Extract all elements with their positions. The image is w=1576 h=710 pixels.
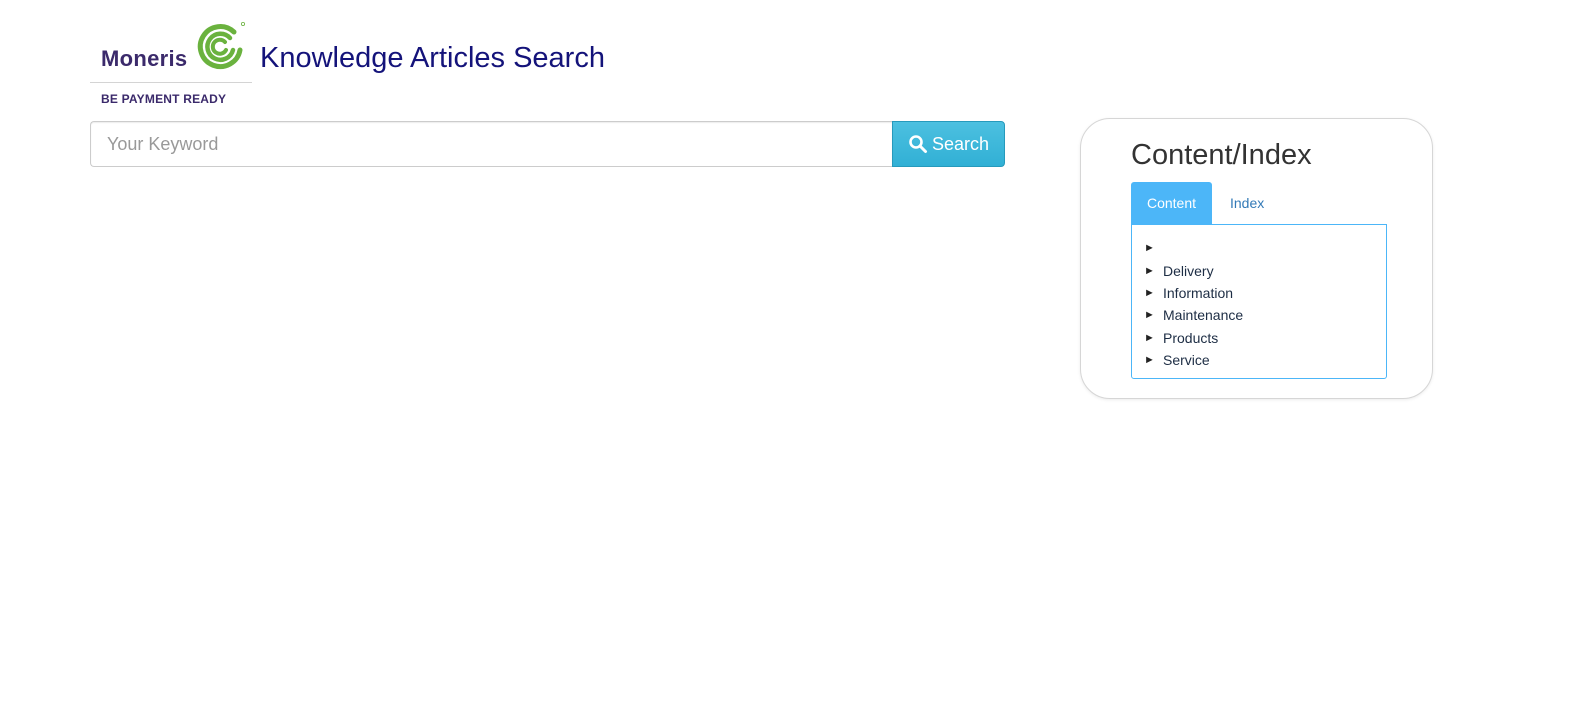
logo-divider bbox=[90, 82, 252, 83]
search-icon bbox=[909, 135, 927, 153]
tree-item-delivery[interactable]: ► Delivery bbox=[1144, 259, 1386, 281]
tree-item-maintenance[interactable]: ► Maintenance bbox=[1144, 304, 1386, 326]
tree-item-label[interactable]: Delivery bbox=[1163, 263, 1214, 279]
panel-title: Content/Index bbox=[1131, 139, 1312, 171]
tree-item-information[interactable]: ► Information bbox=[1144, 282, 1386, 304]
search-input[interactable] bbox=[90, 121, 892, 167]
tree-item[interactable]: ► bbox=[1144, 237, 1386, 259]
expand-arrow-icon[interactable]: ► bbox=[1144, 309, 1163, 321]
tree-item-label[interactable]: Maintenance bbox=[1163, 307, 1243, 323]
tree-item-label[interactable]: Service bbox=[1163, 352, 1210, 368]
tab-content[interactable]: Content bbox=[1131, 182, 1212, 224]
tree-item-products[interactable]: ► Products bbox=[1144, 327, 1386, 349]
search-button[interactable]: Search bbox=[892, 121, 1005, 167]
logo-tagline: BE PAYMENT READY bbox=[101, 92, 227, 106]
content-tree: ► ► Delivery ► Information ► Maintenance… bbox=[1131, 224, 1387, 379]
tab-index[interactable]: Index bbox=[1212, 182, 1279, 224]
search-bar: Search bbox=[90, 121, 1005, 167]
logo-wordmark: Moneris bbox=[101, 46, 188, 71]
panel-tabs: Content Index bbox=[1131, 182, 1279, 224]
tree-item-label[interactable]: Information bbox=[1163, 285, 1233, 301]
expand-arrow-icon[interactable]: ► bbox=[1144, 332, 1163, 344]
page: Moneris BE PAYMENT READY Knowledge Artic… bbox=[0, 0, 1576, 710]
swirl-icon bbox=[197, 22, 246, 70]
search-button-label: Search bbox=[931, 133, 990, 154]
expand-arrow-icon[interactable]: ► bbox=[1144, 354, 1163, 366]
tree-item-service[interactable]: ► Service bbox=[1144, 349, 1386, 371]
page-title: Knowledge Articles Search bbox=[260, 42, 605, 74]
expand-arrow-icon[interactable]: ► bbox=[1144, 287, 1163, 299]
tree-item-label[interactable]: Products bbox=[1163, 330, 1218, 346]
content-index-panel: Content/Index Content Index ► ► Delivery… bbox=[1080, 118, 1433, 399]
expand-arrow-icon[interactable]: ► bbox=[1144, 242, 1163, 254]
moneris-logo[interactable]: Moneris BE PAYMENT READY bbox=[90, 20, 252, 108]
expand-arrow-icon[interactable]: ► bbox=[1144, 265, 1163, 277]
